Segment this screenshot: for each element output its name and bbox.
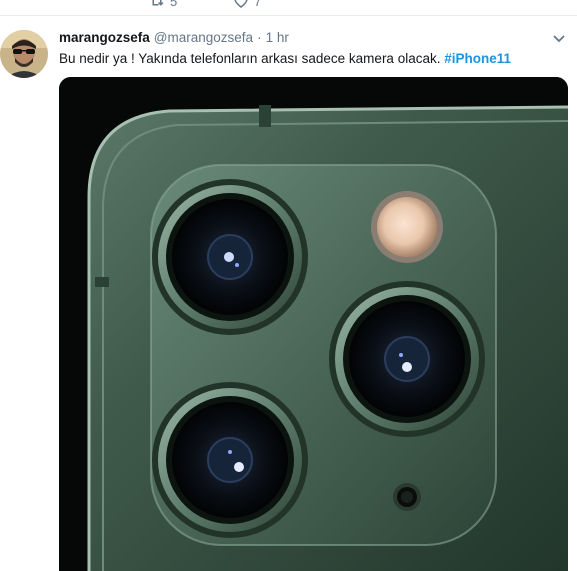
retweet-count: 5 [170, 0, 178, 9]
chevron-down-icon[interactable] [551, 30, 567, 46]
tweet-body: Bu nedir ya ! Yakında telefonların arkas… [59, 51, 441, 66]
heart-icon [234, 0, 248, 8]
hashtag-link[interactable]: #iPhone11 [444, 51, 511, 66]
tweet-text: Bu nedir ya ! Yakında telefonların arkas… [59, 51, 567, 66]
timestamp[interactable]: 1 hr [266, 30, 289, 45]
retweet-button[interactable]: 5 [148, 0, 177, 10]
avatar[interactable] [0, 30, 48, 78]
tweet[interactable]: marangozsefa @marangozsefa · 1 hr Bu ned… [0, 16, 577, 571]
separator-dot: · [257, 30, 262, 45]
retweet-icon [151, 0, 164, 6]
author-name[interactable]: marangozsefa [59, 30, 150, 45]
previous-tweet-actions: 5 7 [0, 0, 577, 14]
tweet-header: marangozsefa @marangozsefa · 1 hr [59, 30, 557, 48]
tweet-media-image[interactable] [59, 77, 568, 571]
like-button[interactable]: 7 [232, 0, 261, 10]
like-count: 7 [254, 0, 262, 9]
author-handle[interactable]: @marangozsefa [154, 30, 253, 45]
